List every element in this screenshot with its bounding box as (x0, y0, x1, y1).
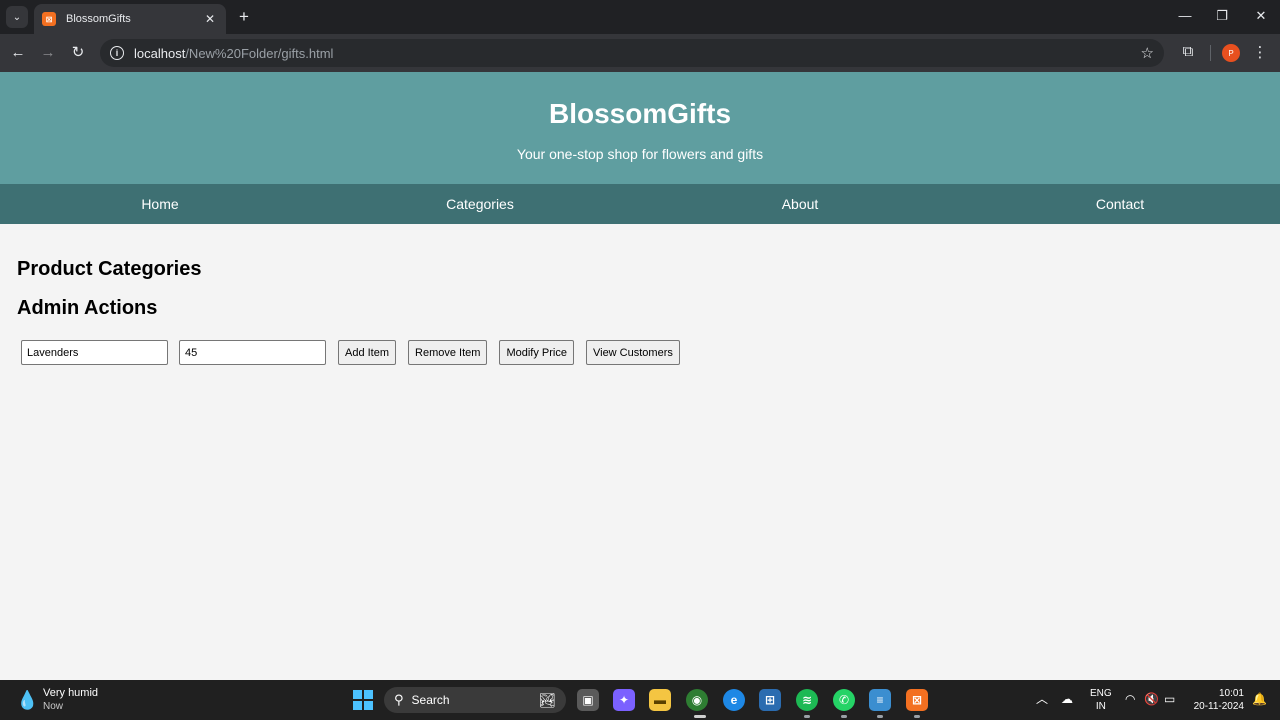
bookmark-star-icon[interactable]: ☆ (1141, 44, 1154, 62)
back-arrow-icon[interactable]: ← (8, 43, 28, 63)
region-code: IN (1095, 701, 1106, 712)
site-favicon-icon: ⊠ (42, 12, 56, 26)
item-name-input[interactable] (21, 340, 168, 365)
windows-start-icon[interactable] (353, 690, 373, 710)
whatsapp-running-indicator (841, 715, 847, 718)
browser-menu-icon[interactable]: ⋮ (1252, 43, 1268, 61)
restore-icon[interactable]: ❐ (1212, 8, 1232, 24)
browser-tab[interactable]: ⊠ BlossomGifts ✕ (34, 4, 226, 34)
url-path: /New%20Folder/gifts.html (185, 45, 334, 61)
tab-title: BlossomGifts (66, 13, 131, 25)
toolbar-divider (1210, 45, 1211, 61)
url-host: localhost (134, 45, 186, 61)
xampp-icon[interactable]: ⊠ (906, 689, 928, 711)
notepad-icon[interactable]: ≡ (869, 689, 891, 711)
window-close-icon[interactable]: ✕ (1251, 8, 1271, 24)
wifi-icon[interactable]: ◠ (1125, 691, 1135, 707)
remove-item-button[interactable]: Remove Item (408, 340, 488, 365)
url-text[interactable]: localhost/New%20Folder/gifts.html (134, 46, 1141, 61)
site-nav: Home Categories About Contact (0, 184, 1280, 224)
nav-link-about[interactable]: About (640, 184, 960, 224)
view-customers-button[interactable]: View Customers (585, 340, 680, 365)
chrome-active-indicator (694, 715, 706, 718)
tray-overflow-chevron-icon[interactable]: ︿ (1036, 691, 1048, 707)
language-code: ENG (1090, 688, 1112, 699)
input-language[interactable]: ENG IN (1090, 687, 1112, 713)
clock-date: 20-11-2024 (1193, 701, 1244, 712)
site-info-icon[interactable]: i (110, 46, 124, 60)
site-tagline: Your one-stop shop for flowers and gifts (516, 146, 764, 162)
admin-actions-row: Add Item Remove Item Modify Price View C… (21, 340, 691, 365)
browser-tabstrip: ⌄ ⊠ BlossomGifts ✕ + — ❐ ✕ (0, 0, 1280, 34)
reload-icon[interactable]: ↻ (68, 43, 88, 63)
admin-heading: Admin Actions (17, 297, 158, 319)
new-tab-plus-icon[interactable]: + (234, 7, 254, 27)
weather-title: Very humid (43, 687, 99, 699)
copilot-icon[interactable]: ✦ (613, 689, 635, 711)
add-item-button[interactable]: Add Item (338, 340, 397, 365)
taskbar: 💧 Very humid Now ⚲ Search 🏞 ▣ ✦ ▬ ◉ e ⊞ … (0, 680, 1280, 720)
nav-link-home[interactable]: Home (0, 184, 320, 224)
xampp-running-indicator (914, 715, 920, 718)
task-view-icon[interactable]: ▣ (577, 689, 599, 711)
tab-search-chevron-icon[interactable]: ⌄ (6, 6, 28, 28)
search-icon: ⚲ (394, 692, 404, 707)
store-icon[interactable]: ⊞ (759, 689, 781, 711)
address-bar[interactable]: i localhost/New%20Folder/gifts.html ☆ (100, 39, 1164, 67)
site-title: BlossomGifts (548, 98, 732, 129)
spotify-running-indicator (804, 715, 810, 718)
page-viewport: BlossomGifts Your one-stop shop for flow… (0, 72, 1280, 680)
taskbar-search-label: Search (411, 693, 450, 707)
minimize-icon[interactable]: — (1175, 8, 1195, 23)
taskbar-search[interactable]: ⚲ Search 🏞 (384, 687, 566, 713)
chrome-icon[interactable]: ◉ (686, 689, 708, 711)
onedrive-cloud-icon[interactable]: ☁ (1061, 691, 1073, 707)
battery-icon[interactable]: ▭ (1164, 691, 1175, 707)
item-price-input[interactable] (179, 340, 326, 365)
tab-close-icon[interactable]: ✕ (202, 12, 218, 26)
search-highlight-icon: 🏞 (538, 691, 556, 708)
weather-humidity-icon[interactable]: 💧 (16, 690, 38, 710)
file-explorer-icon[interactable]: ▬ (649, 689, 671, 711)
weather-subtitle: Now (43, 701, 64, 712)
site-header: BlossomGifts Your one-stop shop for flow… (0, 72, 1280, 184)
notification-bell-icon[interactable]: 🔔 (1252, 691, 1267, 707)
extensions-puzzle-icon[interactable]: ⧉ (1178, 43, 1198, 60)
forward-arrow-icon[interactable]: → (38, 43, 58, 63)
edge-icon[interactable]: e (723, 689, 745, 711)
weather-widget[interactable]: Very humid Now (43, 687, 98, 713)
modify-price-button[interactable]: Modify Price (499, 340, 574, 365)
categories-heading: Product Categories (17, 258, 202, 280)
nav-link-categories[interactable]: Categories (320, 184, 640, 224)
whatsapp-icon[interactable]: ✆ (833, 689, 855, 711)
clock-time: 10:01 (1218, 688, 1244, 699)
browser-toolbar: ← → ↻ i localhost/New%20Folder/gifts.htm… (0, 34, 1280, 72)
speaker-muted-icon[interactable]: 🔇 (1144, 691, 1159, 707)
system-clock[interactable]: 10:01 20-11-2024 (1190, 687, 1244, 713)
nav-link-contact[interactable]: Contact (960, 184, 1280, 224)
spotify-icon[interactable]: ≋ (796, 689, 818, 711)
profile-avatar[interactable]: P (1222, 44, 1240, 62)
notepad-running-indicator (877, 715, 883, 718)
